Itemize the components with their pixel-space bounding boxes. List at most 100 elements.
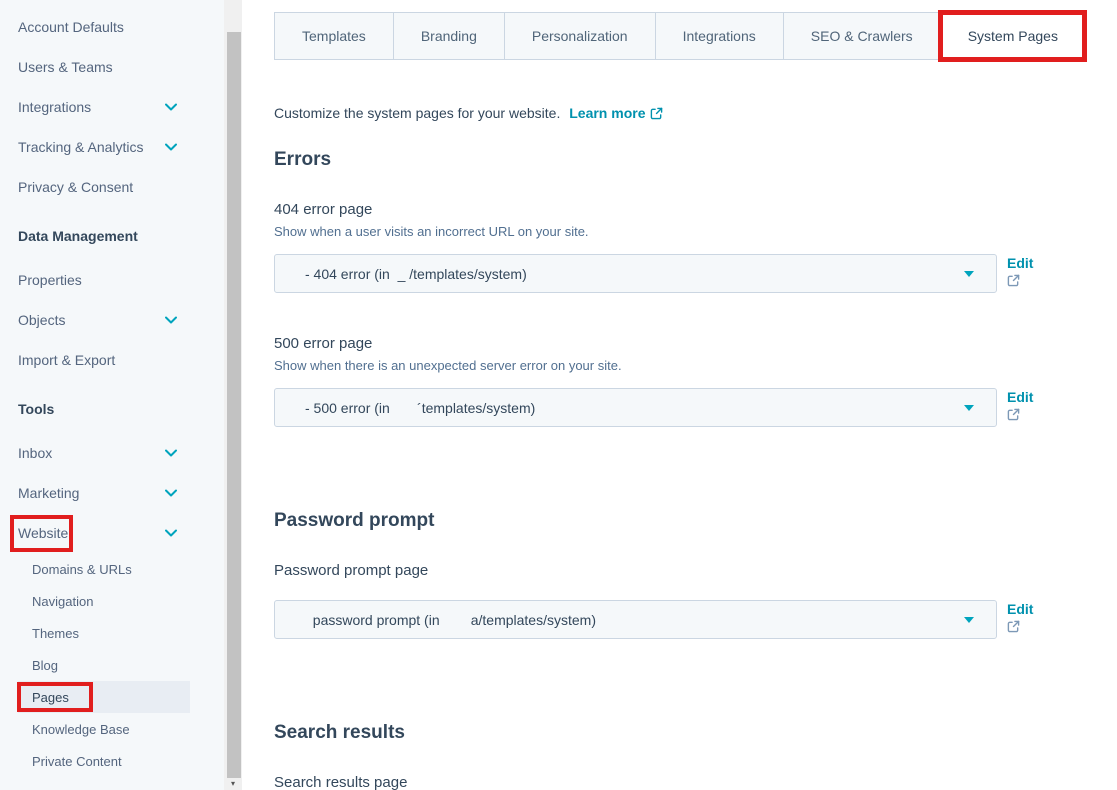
sidebar-item-properties[interactable]: Properties [0, 260, 224, 300]
intro-line: Customize the system pages for your webs… [274, 104, 1117, 122]
sidebar-item-label: Inbox [18, 445, 52, 461]
chevron-down-icon [165, 143, 177, 151]
sidebar-label-wrap: Private Content [32, 754, 122, 769]
dropdown-caret-icon [964, 271, 974, 277]
sidebar-item-privacy-consent[interactable]: Privacy & Consent [0, 167, 224, 207]
sidebar-item-tracking-analytics[interactable]: Tracking & Analytics [0, 127, 224, 167]
tab-templates[interactable]: Templates [274, 12, 394, 60]
scrollbar-thumb[interactable] [227, 32, 241, 778]
sidebar-item-label: Objects [18, 312, 65, 328]
sidebar-item-navigation[interactable]: Navigation [0, 585, 224, 617]
sidebar-item-integrations[interactable]: Integrations [0, 87, 224, 127]
tab-label: Branding [421, 28, 477, 44]
sidebar-label-wrap: Website [18, 525, 68, 541]
sidebar-label-wrap: Properties [18, 272, 82, 288]
sidebar-scrollbar[interactable]: ▾ [224, 0, 242, 790]
edit-column: Edit [1007, 388, 1033, 421]
settings-sidebar: Account Defaults Users & Teams Integration… [0, 0, 224, 790]
sidebar-item-domains-urls[interactable]: Domains & URLs [0, 553, 224, 585]
edit-column: Edit [1007, 254, 1033, 287]
select-value: password prompt (in a/templates/system) [305, 612, 596, 628]
tab-system-pages[interactable]: System Pages [941, 12, 1086, 60]
select-value: - 500 error (in ´templates/system) [305, 400, 535, 416]
sidebar-item-label: Knowledge Base [32, 722, 130, 737]
tab-label: Personalization [532, 28, 628, 44]
sidebar-item-label: Data Management [18, 228, 138, 244]
dropdown-caret-icon [964, 617, 974, 623]
sidebar-item-label: Website [18, 525, 68, 541]
select-value: - 404 error (in _ /templates/system) [305, 266, 527, 282]
sidebar-item-label: Account Defaults [18, 19, 124, 35]
learn-more-label: Learn more [569, 104, 645, 122]
sidebar-item-label: Marketing [18, 485, 79, 501]
select-404-error-page[interactable]: - 404 error (in _ /templates/system) [274, 254, 997, 293]
field-description: Show when there is an unexpected server … [274, 357, 1117, 374]
sidebar-label-wrap: Objects [18, 312, 65, 328]
tab-label: SEO & Crawlers [811, 28, 913, 44]
tab-branding[interactable]: Branding [394, 12, 505, 60]
chevron-down-icon [165, 489, 177, 497]
select-row-500-error-page: - 500 error (in ´templates/system) Edit [274, 388, 1117, 427]
sidebar-label-wrap: Import & Export [18, 352, 115, 368]
edit-link-500-error-page[interactable]: Edit [1007, 389, 1033, 405]
sidebar-item-label: Private Content [32, 754, 122, 769]
sidebar-label-wrap: Pages [32, 690, 69, 705]
sidebar-item-label: Tracking & Analytics [18, 139, 144, 155]
sidebar-header-tools: Tools [0, 389, 224, 429]
sidebar-item-label: Pages [32, 690, 69, 705]
sidebar-item-private-content[interactable]: Private Content [0, 745, 224, 777]
sidebar-item-objects[interactable]: Objects [0, 300, 224, 340]
field-label: 500 error page [274, 334, 1117, 353]
sidebar-item-knowledge-base[interactable]: Knowledge Base [0, 713, 224, 745]
learn-more-link[interactable]: Learn more [569, 104, 663, 122]
sidebar-item-website[interactable]: Website [0, 513, 224, 553]
sidebar-label-wrap: Inbox [18, 445, 52, 461]
tab-label: Integrations [683, 28, 756, 44]
field-404-error-page: 404 error pageShow when a user visits an… [274, 200, 1117, 293]
section-title-errors: Errors [274, 148, 1117, 171]
sidebar-item-inbox[interactable]: Inbox [0, 433, 224, 473]
external-link-icon[interactable] [1007, 274, 1033, 287]
sidebar-item-import-export[interactable]: Import & Export [0, 340, 224, 380]
edit-link-404-error-page[interactable]: Edit [1007, 255, 1033, 271]
sidebar-label-wrap: Users & Teams [18, 59, 113, 75]
sidebar-item-account-defaults[interactable]: Account Defaults [0, 7, 224, 47]
sidebar-item-label: Users & Teams [18, 59, 113, 75]
tab-integrations[interactable]: Integrations [656, 12, 784, 60]
field-search-results-page: Search results page [274, 773, 1117, 790]
external-link-icon [650, 107, 663, 120]
tab-personalization[interactable]: Personalization [505, 12, 656, 60]
select-500-error-page[interactable]: - 500 error (in ´templates/system) [274, 388, 997, 427]
chevron-down-icon [165, 103, 177, 111]
sidebar-item-label: Themes [32, 626, 79, 641]
sidebar-item-pages[interactable]: Pages [18, 681, 190, 713]
section-title-password-prompt: Password prompt [274, 509, 1117, 532]
sidebar-label-wrap: Tracking & Analytics [18, 139, 144, 155]
sidebar-item-marketing[interactable]: Marketing [0, 473, 224, 513]
section-password-prompt: Password prompt Password prompt page pass… [274, 509, 1117, 639]
main-content: Templates Branding Personalization Integrat… [242, 0, 1117, 790]
external-link-icon[interactable] [1007, 620, 1033, 633]
sidebar-item-themes[interactable]: Themes [0, 617, 224, 649]
sidebar-item-label: Privacy & Consent [18, 179, 133, 195]
sidebar-label-wrap: Integrations [18, 99, 91, 115]
sidebar-item-blog[interactable]: Blog [0, 649, 224, 681]
field-description: Show when a user visits an incorrect URL… [274, 223, 1117, 240]
sidebar-item-users-teams[interactable]: Users & Teams [0, 47, 224, 87]
scrollbar-down-button[interactable]: ▾ [224, 778, 242, 790]
field-label: Password prompt page [274, 561, 1117, 580]
sidebar-label-wrap: Blog [32, 658, 58, 673]
sidebar-item-label: Domains & URLs [32, 562, 132, 577]
field-500-error-page: 500 error page Show when there is an unex… [274, 334, 1117, 427]
chevron-down-icon [165, 316, 177, 324]
tab-label: System Pages [968, 28, 1058, 44]
tab-seo-crawlers[interactable]: SEO & Crawlers [784, 12, 941, 60]
external-link-icon[interactable] [1007, 408, 1033, 421]
select-row-password-prompt-page: password prompt (in a/templates/system) E… [274, 600, 1117, 639]
sidebar-item-label: Properties [18, 272, 82, 288]
chevron-down-icon [165, 449, 177, 457]
sidebar-header-data-management: Data Management [0, 216, 224, 256]
select-password-prompt-page[interactable]: password prompt (in a/templates/system) [274, 600, 997, 639]
sidebar-label-wrap: Knowledge Base [32, 722, 130, 737]
edit-link-password-prompt-page[interactable]: Edit [1007, 601, 1033, 617]
